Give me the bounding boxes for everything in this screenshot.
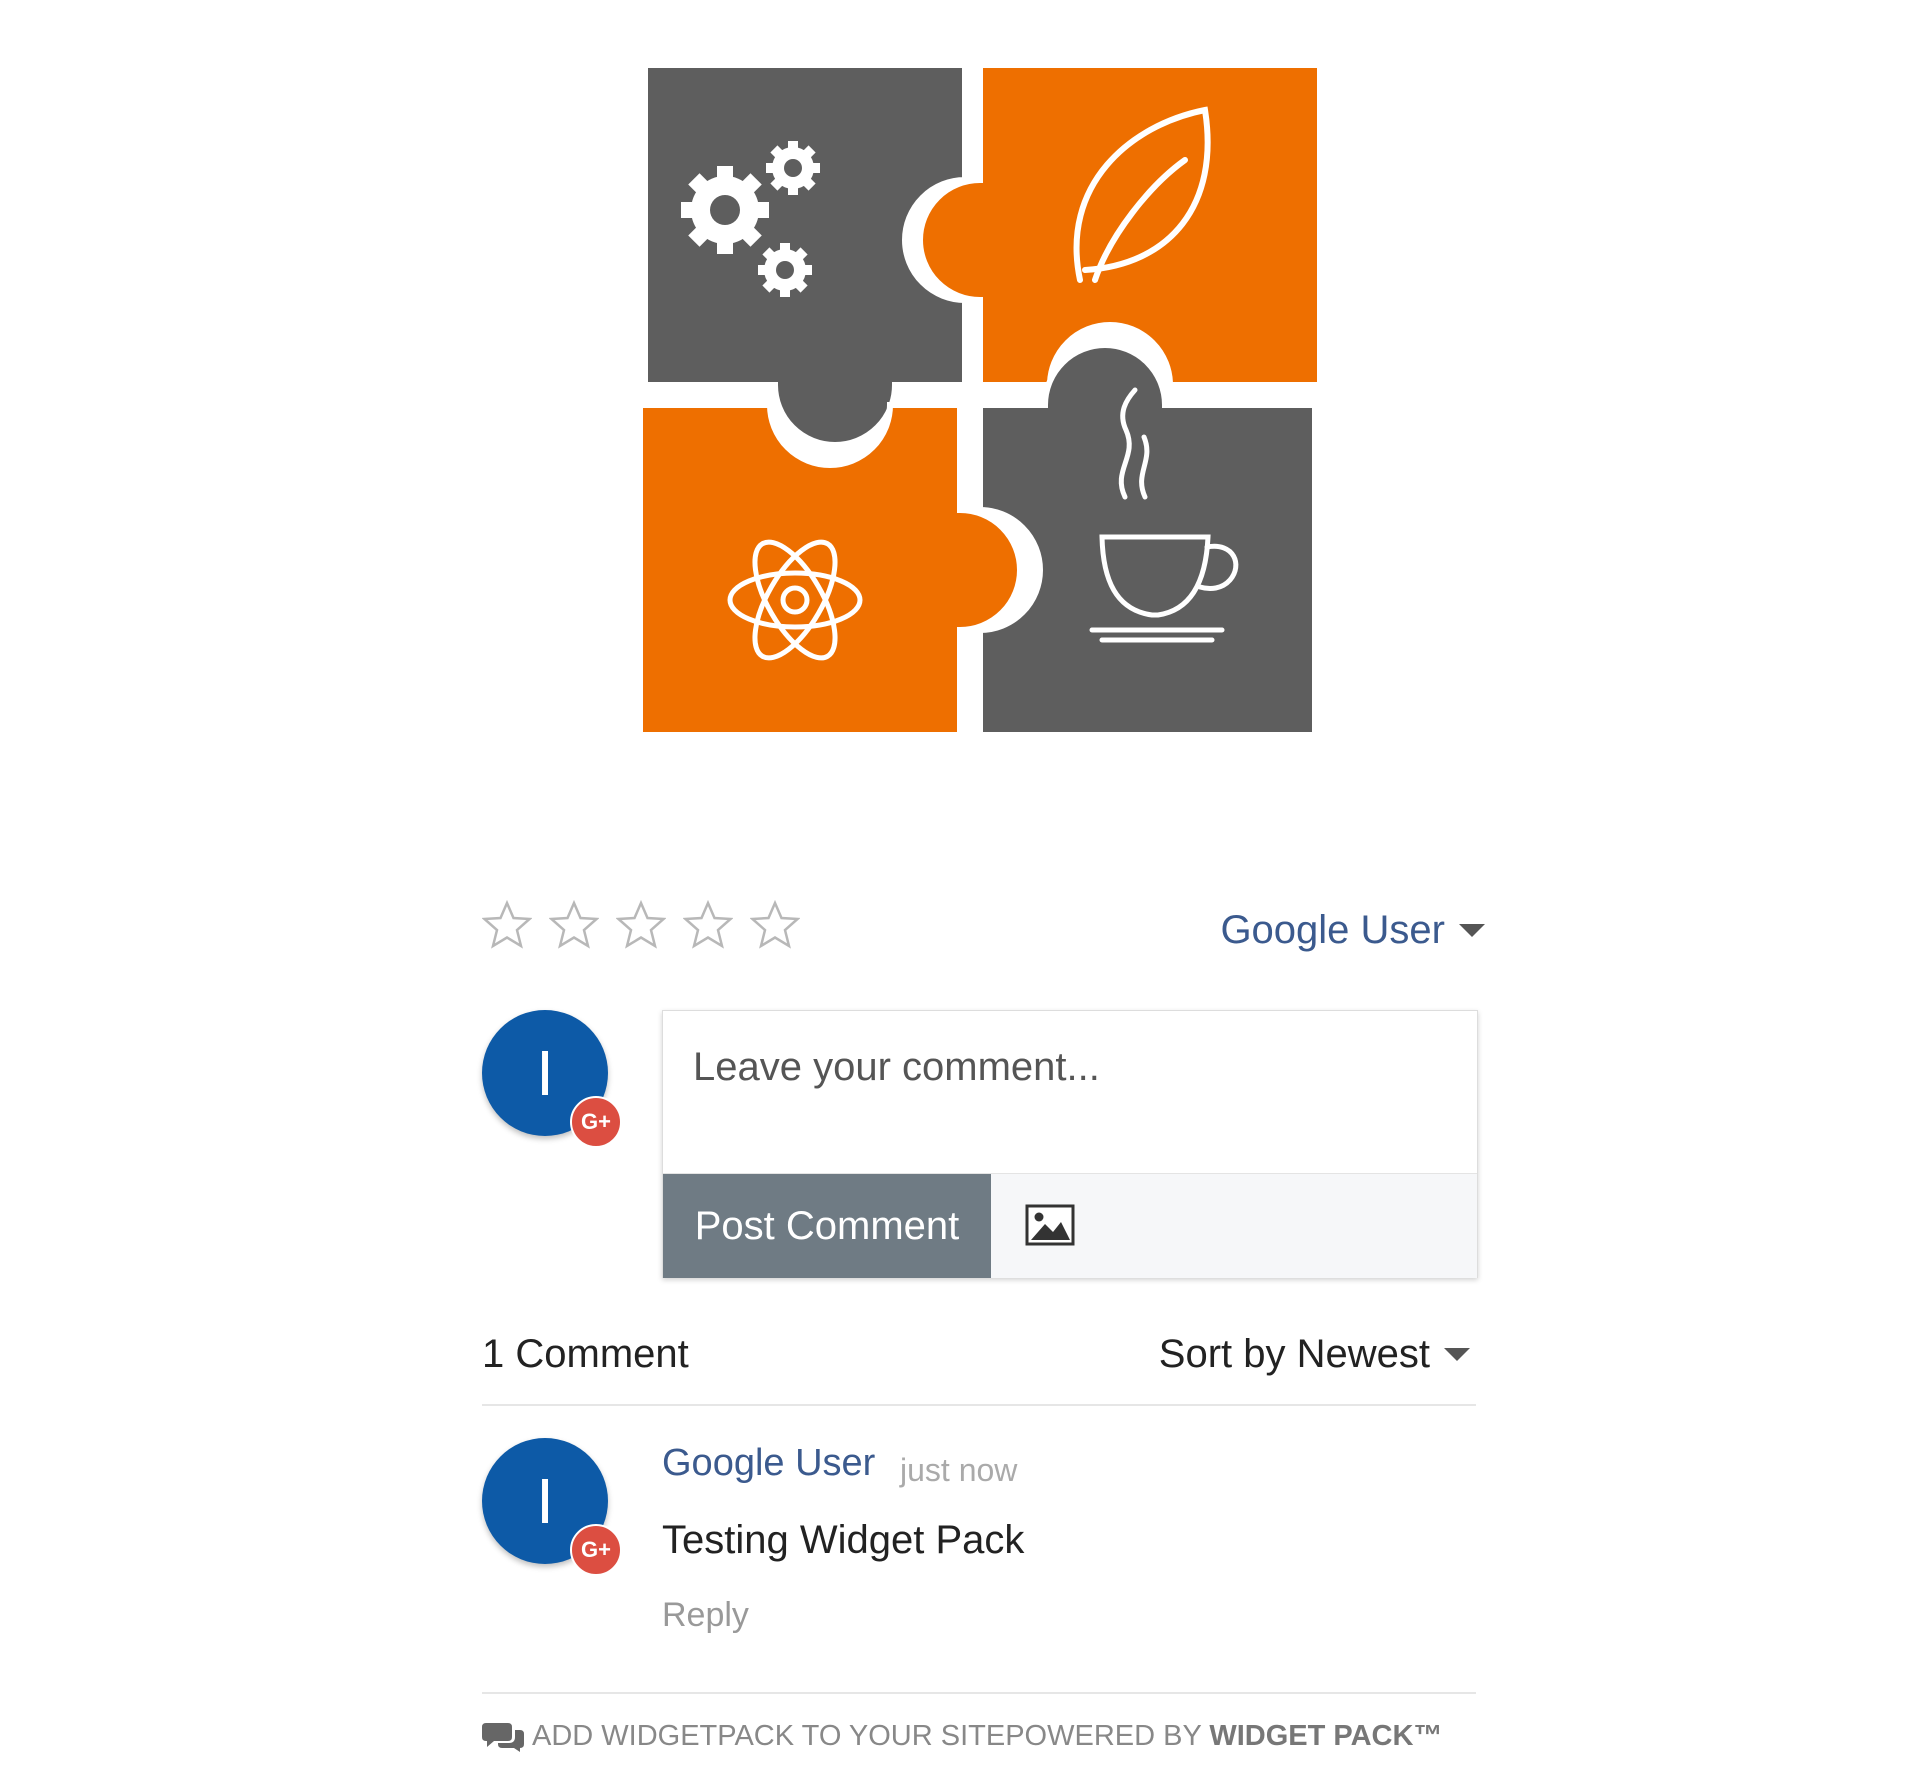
star-3-icon[interactable] [616, 900, 666, 950]
powered-prefix: POWERED BY [1005, 1719, 1210, 1752]
user-select-dropdown[interactable]: Google User [1180, 900, 1485, 960]
add-widgetpack-link[interactable]: ADD WIDGETPACK TO YOUR SITE [532, 1720, 1005, 1753]
reply-link[interactable]: Reply [662, 1596, 749, 1635]
puzzle-logo [640, 65, 1320, 735]
divider [482, 1692, 1476, 1694]
comment-text: Testing Widget Pack [662, 1518, 1025, 1562]
star-1-icon[interactable] [482, 900, 532, 950]
sort-dropdown[interactable]: Sort by Newest [1100, 1332, 1470, 1377]
widget-pack-brand[interactable]: WIDGET PACK™ [1209, 1720, 1442, 1752]
comment-input[interactable] [663, 1011, 1477, 1171]
comment-timestamp: just now [900, 1452, 1018, 1488]
user-select-label: Google User [1220, 907, 1445, 952]
chevron-down-icon [1444, 1348, 1470, 1361]
comment-form: Post Comment [662, 1010, 1478, 1278]
star-rating[interactable] [482, 900, 800, 960]
google-plus-badge-icon: G+ [570, 1096, 622, 1148]
comment-author[interactable]: Google User [662, 1442, 875, 1485]
badge-label: G+ [581, 1109, 611, 1134]
post-comment-button[interactable]: Post Comment [663, 1174, 991, 1278]
divider [482, 1404, 1476, 1406]
star-5-icon[interactable] [750, 900, 800, 950]
puzzle-piece-bottom-right [977, 342, 1318, 735]
badge-label: G+ [581, 1537, 611, 1562]
image-icon[interactable] [1025, 1204, 1075, 1246]
chat-bubbles-icon [482, 1723, 524, 1752]
powered-by: POWERED BY WIDGET PACK™ [1005, 1720, 1442, 1753]
star-4-icon[interactable] [683, 900, 733, 950]
sort-label: Sort by Newest [1158, 1332, 1430, 1376]
comment-toolbar: Post Comment [663, 1173, 1477, 1278]
comment-count: 1 Comment [482, 1332, 689, 1376]
avatar-initial: I [536, 1037, 554, 1109]
footer: ADD WIDGETPACK TO YOUR SITE POWERED BY W… [482, 1716, 1442, 1756]
google-plus-badge-icon: G+ [570, 1524, 622, 1576]
avatar-initial: I [536, 1465, 554, 1537]
chevron-down-icon [1459, 923, 1485, 937]
star-2-icon[interactable] [549, 900, 599, 950]
puzzle-piece-bottom-left [640, 402, 1023, 735]
